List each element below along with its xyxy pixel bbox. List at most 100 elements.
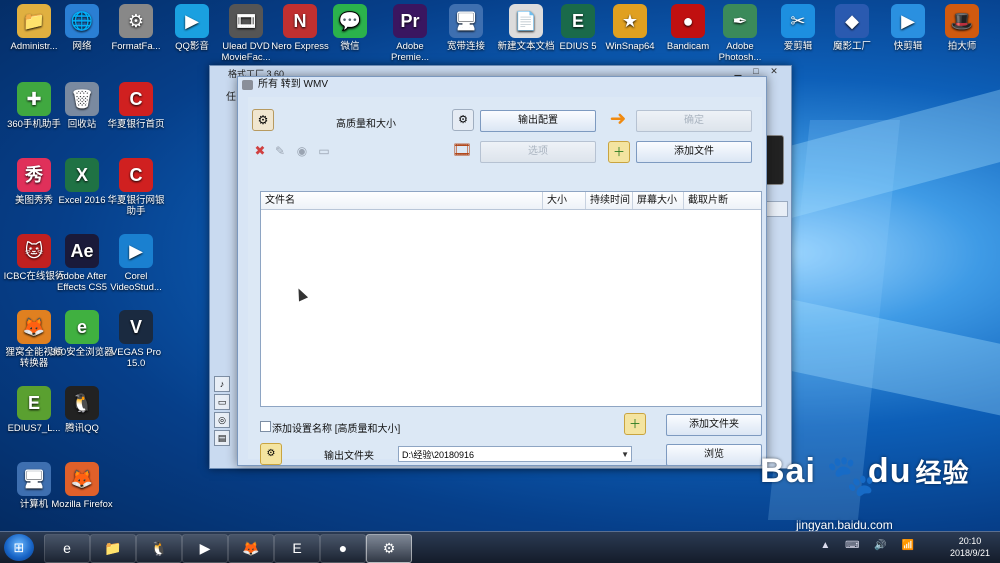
- add-setting-name-value: [高质量和大小]: [334, 424, 401, 435]
- add-folder-button[interactable]: 添加文件夹: [666, 414, 762, 436]
- desktop-icon[interactable]: C 华夏银行网银助手: [104, 158, 168, 217]
- desktop-app-icon: 💬: [333, 4, 367, 38]
- desktop-icon-label: 华夏银行首页: [107, 119, 165, 130]
- desktop-icon[interactable]: 💬 微信: [318, 4, 382, 52]
- music-icon[interactable]: ♪: [214, 376, 230, 392]
- desktop-icon[interactable]: 🐧 腾讯QQ: [50, 386, 114, 434]
- desktop-app-icon: 🐱: [17, 234, 51, 268]
- column-filename[interactable]: 文件名: [261, 192, 537, 209]
- tray-icons[interactable]: ▲ ⌨ 🔊 📶: [820, 540, 920, 551]
- side-icon-strip: ♪ ▭ ◎ ▤: [214, 376, 230, 448]
- close-icon[interactable]: ✕: [765, 66, 783, 78]
- menu-item-task[interactable]: 任: [226, 88, 236, 103]
- arrow-right-icon: ➜: [609, 108, 627, 130]
- app-icon: [242, 80, 253, 90]
- taskbar-firefox-icon[interactable]: 🦊: [228, 534, 274, 563]
- clock-time: 20:10: [958, 536, 982, 546]
- desktop-app-icon: C: [119, 158, 153, 192]
- scroll-button[interactable]: [766, 201, 788, 217]
- desktop-app-icon: 🗑: [65, 82, 99, 116]
- desktop-app-icon: 🦊: [17, 310, 51, 344]
- desktop-app-icon: N: [283, 4, 317, 38]
- taskbar-qq-icon[interactable]: 🐧: [136, 534, 182, 563]
- desktop-icon[interactable]: ▶ Corel VideoStud...: [104, 234, 168, 293]
- desktop-app-icon: ▶: [891, 4, 925, 38]
- wmv-format-icon: ⚙: [252, 109, 274, 131]
- desktop-app-icon: E: [561, 4, 595, 38]
- desktop-icon-label: Corel VideoStud...: [110, 271, 162, 293]
- desktop-app-icon: 秀: [17, 158, 51, 192]
- tool-icon[interactable]: ▤: [214, 430, 230, 446]
- desktop-app-icon: ◆: [835, 4, 869, 38]
- desktop-app-icon: C: [119, 82, 153, 116]
- clock[interactable]: 20:10 2018/9/21: [950, 535, 990, 559]
- file-list[interactable]: 文件名 大小 持续时间 屏幕大小 截取片断: [260, 191, 762, 407]
- clear-icon[interactable]: ✎: [270, 141, 290, 161]
- disc-icon[interactable]: ◎: [214, 412, 230, 428]
- desktop-app-icon: 🐧: [65, 386, 99, 420]
- taskbar-edius-icon[interactable]: E: [274, 534, 320, 563]
- desktop-app-icon: 📁: [17, 4, 51, 38]
- start-button[interactable]: ⊞: [4, 534, 34, 561]
- desktop-icon[interactable]: ✒ Adobe Photosh...: [708, 4, 772, 63]
- preset-label: 高质量和大小: [336, 119, 396, 130]
- desktop-app-icon: X: [65, 158, 99, 192]
- desktop-icon-label: 拍大师: [947, 41, 977, 52]
- column-screen-size[interactable]: 屏幕大小: [632, 192, 683, 209]
- desktop-app-icon: 🦊: [65, 462, 99, 496]
- output-folder-label: 输出文件夹: [324, 451, 374, 462]
- desktop-app-icon: ▶: [119, 234, 153, 268]
- desktop-icon[interactable]: ⚙ FormatFa...: [104, 4, 168, 52]
- file-list-header: 文件名 大小 持续时间 屏幕大小 截取片断: [261, 192, 761, 210]
- convert-dialog[interactable]: 所有 转到 WMV ⚙ 高质量和大小 ⚙ 输出配置 ➜ 确定 ✖ ✎ ◉ ▭ 🎞…: [237, 76, 767, 466]
- column-clip[interactable]: 截取片断: [683, 192, 762, 209]
- delete-icon[interactable]: ✖: [250, 141, 270, 161]
- output-config-button[interactable]: 输出配置: [480, 110, 596, 132]
- add-file-button[interactable]: 添加文件: [636, 141, 752, 163]
- desktop-icon-label: 宽带连接: [446, 41, 485, 52]
- output-folder-icon[interactable]: ⚙: [260, 443, 282, 465]
- film-scissors-icon[interactable]: 🎞: [452, 141, 472, 161]
- output-folder-select[interactable]: D:\经验\20180916 ▼: [398, 446, 632, 462]
- desktop-icon[interactable]: C 华夏银行首页: [104, 82, 168, 130]
- desktop-app-icon: 📄: [509, 4, 543, 38]
- taskbar-bandicam-icon[interactable]: ●: [320, 534, 366, 563]
- dialog-title: 所有 转到 WMV: [258, 79, 328, 90]
- add-folder-icon[interactable]: ＋: [624, 413, 646, 435]
- add-file-icon[interactable]: ＋: [608, 141, 630, 163]
- browse-button[interactable]: 浏览: [666, 444, 762, 466]
- desktop-icon[interactable]: ◆ 魔影工厂: [820, 4, 884, 52]
- taskbar-qqplayer-icon[interactable]: ▶: [182, 534, 228, 563]
- desktop-icon[interactable]: V VEGAS Pro 15.0: [104, 310, 168, 369]
- desktop-icon[interactable]: Pr Adobe Premie...: [378, 4, 442, 63]
- settings-gear-icon[interactable]: ⚙: [452, 109, 474, 131]
- desktop-icon-label: 微信: [340, 41, 360, 52]
- desktop-icon[interactable]: 🦊 Mozilla Firefox: [50, 462, 114, 510]
- desktop-icon[interactable]: 🖥 宽带连接: [434, 4, 498, 52]
- chevron-down-icon[interactable]: ▼: [621, 447, 629, 463]
- taskbar-formatfactory-icon[interactable]: ⚙: [366, 534, 412, 563]
- baidu-url: jingyan.baidu.com: [796, 518, 893, 532]
- add-setting-name-text: 添加设置名称: [272, 424, 332, 435]
- confirm-button[interactable]: 确定: [636, 110, 752, 132]
- desktop-icon[interactable]: ★ WinSnap64: [598, 4, 662, 52]
- desktop-icon-label: Mozilla Firefox: [51, 499, 113, 510]
- desktop-app-icon: 🎩: [945, 4, 979, 38]
- desktop-app-icon: ✂: [781, 4, 815, 38]
- desktop-icon[interactable]: 🎩 拍大师: [930, 4, 994, 52]
- column-duration[interactable]: 持续时间: [585, 192, 632, 209]
- info-icon[interactable]: ▭: [314, 141, 334, 161]
- taskbar-explorer-icon[interactable]: 📁: [90, 534, 136, 563]
- desktop-app-icon: 🌐: [65, 4, 99, 38]
- column-size[interactable]: 大小: [542, 192, 585, 209]
- play-icon[interactable]: ◉: [292, 141, 312, 161]
- desktop-icon-label: VEGAS Pro 15.0: [110, 347, 162, 369]
- options-button[interactable]: 选项: [480, 141, 596, 163]
- image-icon[interactable]: ▭: [214, 394, 230, 410]
- baidu-brand-c: 经验: [915, 458, 970, 488]
- desktop-app-icon: ▶: [175, 4, 209, 38]
- taskbar-360browser-icon[interactable]: e: [44, 534, 90, 563]
- desktop-app-icon: V: [119, 310, 153, 344]
- add-setting-name-checkbox[interactable]: [260, 421, 271, 432]
- taskbar: ⊞ e 📁 🐧 ▶ 🦊 E ● ⚙ ▲ ⌨ 🔊 📶 20:10 2018/9/21: [0, 531, 1000, 563]
